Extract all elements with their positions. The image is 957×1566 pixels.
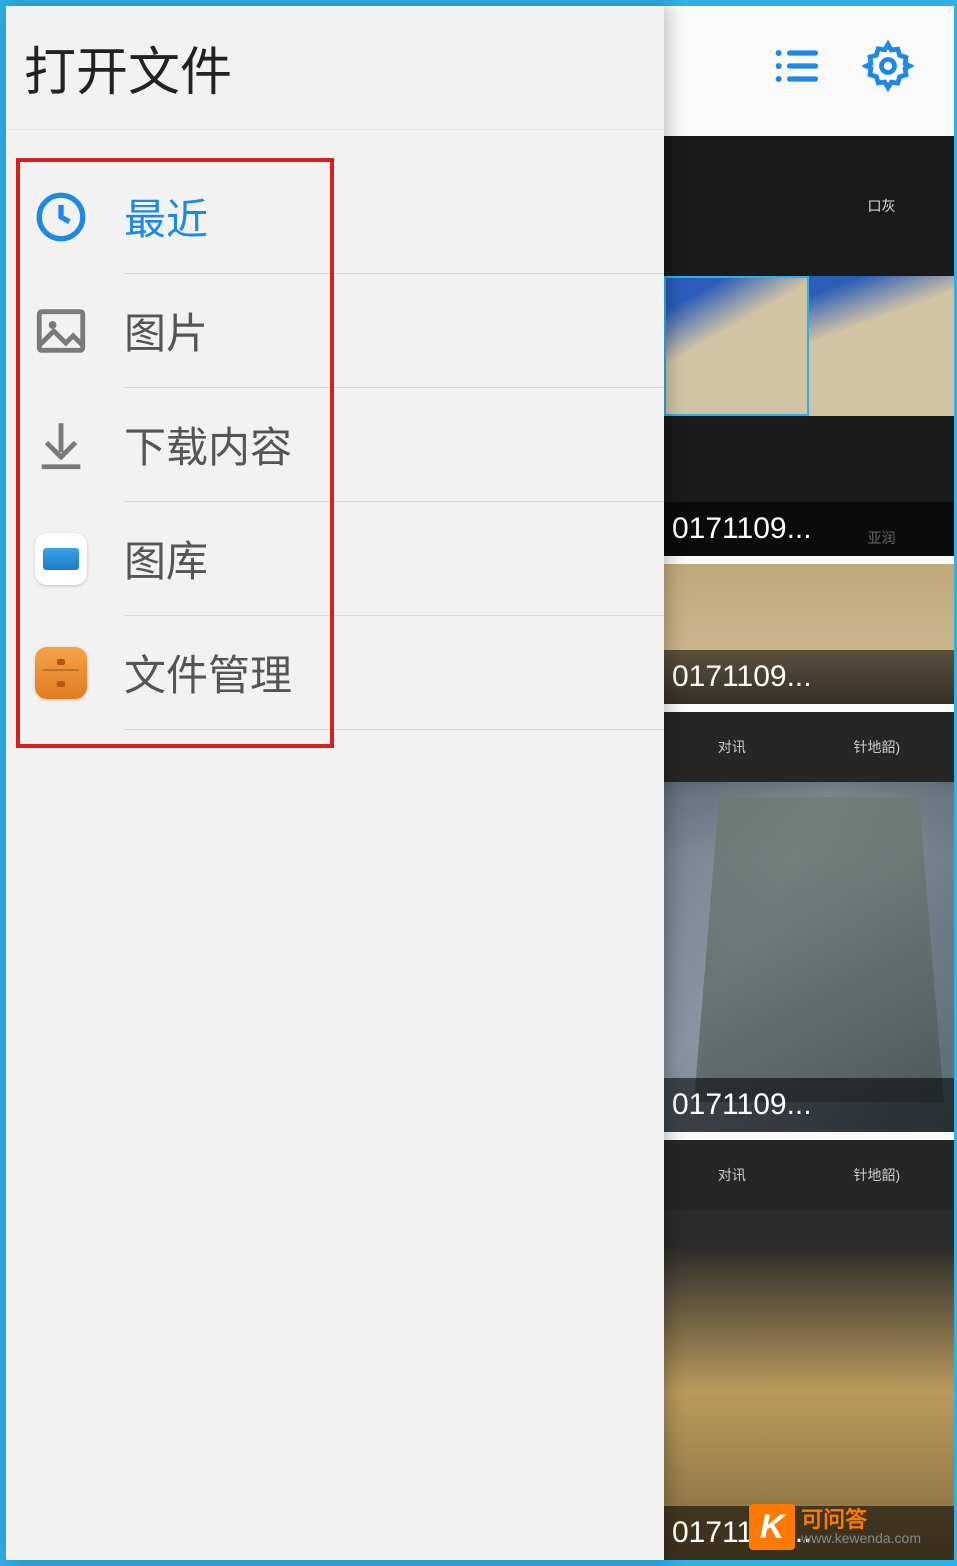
drawer-item-files[interactable]: 文件管理: [6, 616, 664, 730]
thumb-top-label: 对讯: [718, 1165, 746, 1185]
watermark-logo: K: [749, 1504, 795, 1550]
thumbnail-caption: 0171109...: [664, 502, 954, 556]
watermark: K 可问答 www.kewenda.com: [749, 1504, 921, 1550]
drawer-list: 最近 图片: [6, 130, 664, 730]
drawer-item-label: 文件管理: [124, 616, 664, 730]
image-icon: [32, 302, 90, 360]
thumb-top-label: 针地韶): [853, 1165, 900, 1185]
thumbnail-item[interactable]: 0171109...: [664, 564, 954, 704]
thumbnail-caption: 0171109...: [664, 650, 954, 704]
thumb-top-label: 针地韶): [853, 737, 900, 757]
settings-icon[interactable]: [862, 40, 914, 97]
thumb-top-label: 对讯: [718, 737, 746, 757]
thumbnail-caption: 0171109...: [664, 1078, 954, 1132]
watermark-url: www.kewenda.com: [801, 1531, 921, 1545]
main-content: 口灰 亚润 0171109... 0171109... 对讯 针地韶) 0171…: [664, 6, 954, 1560]
thumbnail-column: 口灰 亚润 0171109... 0171109... 对讯 针地韶) 0171…: [664, 130, 954, 1560]
drawer-item-label: 图片: [124, 274, 664, 388]
watermark-title: 可问答: [801, 1509, 921, 1531]
thumbnail-item[interactable]: 口灰 亚润 0171109...: [664, 136, 954, 556]
drawer-item-label: 最近: [124, 160, 664, 274]
gallery-app-icon: [32, 530, 90, 588]
drawer-header: 打开文件: [6, 6, 664, 130]
thumbnail-item[interactable]: 对讯 针地韶) 0171109...: [664, 712, 954, 1132]
drawer-item-recent[interactable]: 最近: [6, 160, 664, 274]
download-icon: [32, 416, 90, 474]
drawer-item-images[interactable]: 图片: [6, 274, 664, 388]
drawer-item-downloads[interactable]: 下载内容: [6, 388, 664, 502]
toolbar: [664, 6, 954, 130]
clock-icon: [32, 188, 90, 246]
thumbnail-item[interactable]: 对讯 针地韶) 0171109...: [664, 1140, 954, 1560]
drawer-item-label: 下载内容: [124, 388, 664, 502]
list-view-icon[interactable]: [770, 40, 822, 97]
drawer-item-label: 图库: [124, 502, 664, 616]
navigation-drawer: 打开文件 最近: [6, 6, 664, 1560]
files-app-icon: [32, 644, 90, 702]
app-frame: 口灰 亚润 0171109... 0171109... 对讯 针地韶) 0171…: [0, 0, 957, 1566]
drawer-item-gallery[interactable]: 图库: [6, 502, 664, 616]
thumb-sub-label: 口灰: [868, 196, 896, 216]
page-title: 打开文件: [24, 30, 232, 105]
